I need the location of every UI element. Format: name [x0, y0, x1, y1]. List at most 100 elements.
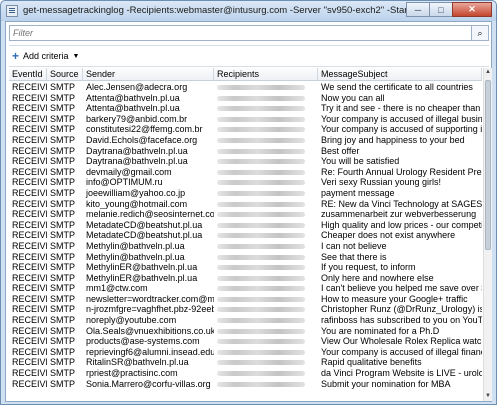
cell-sender: Daytrana@bathveln.pl.ua [86, 145, 188, 156]
cell-eventid: RECEIVE [12, 230, 47, 241]
table-row[interactable]: RECEIVESMTP Daytrana@bathveln.pl.ua You wi… [9, 156, 482, 167]
scroll-up-icon[interactable]: ▲ [484, 68, 492, 77]
cell-recipients [214, 368, 318, 379]
table-row[interactable]: RECEIVESMTP Methylin@bathveln.pl.ua See th… [9, 252, 482, 263]
cell-subject: RE: New da Vinci Technology at SAGES 201… [321, 198, 482, 209]
table-row[interactable]: RECEIVESMTP noreply@youtube.com rafinboss … [9, 315, 482, 326]
table-row[interactable]: RECEIVESMTP n-jrozmfgre=vaghfhet.pbz-92ee… [9, 304, 482, 315]
table-row[interactable]: RECEIVESMTP joeewilliam@yahoo.co.jp paymen… [9, 188, 482, 199]
table-row[interactable]: RECEIVESMTP products@ase-systems.com View … [9, 336, 482, 347]
cell-recipients [214, 188, 318, 199]
filter-input[interactable] [9, 25, 471, 41]
cell-source: SMTP [50, 198, 76, 209]
table-row[interactable]: RECEIVESMTP MetadateCD@beatshut.pl.ua High… [9, 220, 482, 231]
redacted-recipient [217, 254, 305, 260]
table-row[interactable]: RECEIVESMTP kito_young@hotmail.com RE: New… [9, 199, 482, 210]
cell-eventid: RECEIVE [12, 304, 47, 315]
results-grid: EventId Source Sender Recipients Message… [9, 68, 482, 403]
table-row[interactable]: RECEIVESMTP MethylinER@bathveln.pl.ua Only… [9, 273, 482, 284]
cell-source: SMTP [50, 124, 76, 135]
table-row[interactable]: RECEIVESMTP Alec.Jensen@adecra.org We send… [9, 82, 482, 93]
cell-source: SMTP [50, 272, 76, 283]
column-header-sender[interactable]: Sender [83, 68, 214, 81]
title-bar[interactable]: get-messagetrackinglog -Recipients:webma… [1, 1, 496, 21]
table-row[interactable]: RECEIVESMTP info@OPTIMUM.ru Veri sexy Russ… [9, 177, 482, 188]
cell-eventid: RECEIVE [12, 346, 47, 357]
cell-sender: Methylin@bathveln.pl.ua [86, 240, 185, 251]
cell-recipients [214, 124, 318, 135]
cell-sender: Ola.Seals@vnuexhibitions.co.uk [86, 325, 214, 336]
cell-sender: MetadateCD@beatshut.pl.ua [86, 219, 203, 230]
table-row[interactable]: RECEIVESMTP constitutesi22@ffemg.com.br Yo… [9, 124, 482, 135]
cell-source: SMTP [50, 251, 76, 262]
table-row[interactable]: RECEIVESMTP RitalinSR@bathveln.pl.ua Rapid… [9, 357, 482, 368]
search-icon[interactable]: ⌕ [471, 25, 489, 41]
cell-recipients [214, 199, 318, 210]
table-row[interactable]: RECEIVESMTP Methylin@bathveln.pl.ua I can … [9, 241, 482, 252]
cell-sender: Alec.Jensen@adecra.org [86, 82, 188, 92]
window-controls: ─ □ ✕ [406, 2, 492, 18]
table-row[interactable]: RECEIVESMTP MetadateCD@beatshut.pl.ua Chea… [9, 230, 482, 241]
cell-eventid: RECEIVE [12, 187, 47, 198]
column-header-source[interactable]: Source [47, 68, 83, 81]
cell-subject: Your company is accused of illegal finan… [321, 346, 482, 357]
cell-source: SMTP [50, 378, 76, 389]
cell-subject: I can not believe [321, 240, 387, 251]
cell-eventid: RECEIVE [12, 325, 47, 336]
cell-source: SMTP [50, 368, 76, 379]
cell-sender: constitutesi22@ffemg.com.br [86, 124, 203, 135]
add-criteria-button[interactable]: + Add criteria ▼ [12, 49, 79, 63]
cell-sender: MetadateCD@beatshut.pl.ua [86, 230, 203, 241]
minimize-button[interactable]: ─ [406, 2, 430, 17]
table-row[interactable]: RECEIVESMTP barkery79@anbid.com.br Your co… [9, 114, 482, 125]
cell-subject: If you request, to inform [321, 262, 416, 273]
cell-subject: rafinboss has subscribed to you on YouTu… [321, 315, 482, 326]
table-row[interactable]: RECEIVESMTP Attenta@bathveln.pl.ua Now you… [9, 93, 482, 104]
column-header-eventid[interactable]: EventId [9, 68, 47, 81]
cell-recipients [214, 273, 318, 284]
table-row[interactable]: RECEIVESMTP rpriest@practisinc.com da Vinc… [9, 368, 482, 379]
maximize-button[interactable]: □ [429, 2, 453, 17]
redacted-recipient [217, 371, 305, 377]
redacted-recipient [217, 243, 305, 249]
cell-subject: payment message [321, 187, 395, 198]
divider [9, 45, 489, 46]
cell-eventid: RECEIVE [12, 293, 47, 304]
scroll-down-icon[interactable]: ▼ [484, 392, 492, 401]
redacted-recipient [217, 201, 305, 207]
cell-recipients [214, 156, 318, 167]
cell-recipients [214, 336, 318, 347]
cell-source: SMTP [50, 240, 76, 251]
cell-eventid: RECEIVE [12, 209, 47, 220]
table-row[interactable]: RECEIVESMTP Daytrana@bathveln.pl.ua Best o… [9, 146, 482, 157]
cell-sender: newsletter=wordtracker.com@mail... [86, 293, 214, 304]
vertical-scrollbar[interactable]: ▲ ▼ [483, 68, 492, 401]
table-row[interactable]: RECEIVESMTP MethylinER@bathveln.pl.ua If y… [9, 262, 482, 273]
filter-bar: ⌕ [9, 25, 489, 41]
table-row[interactable]: RECEIVESMTP mm1@ctw.com I can't believe yo… [9, 283, 482, 294]
cell-subject: High quality and low prices - our compet… [321, 219, 482, 230]
cell-source: SMTP [50, 230, 76, 241]
cell-source: SMTP [50, 156, 76, 167]
cell-subject: zusammenarbeit zur webverbesserung [321, 209, 477, 220]
cell-source: SMTP [50, 92, 76, 103]
table-row[interactable]: RECEIVESMTP Attenta@bathveln.pl.ua Try it … [9, 103, 482, 114]
cell-subject: See that there is [321, 251, 387, 262]
column-header-messagesubject[interactable]: MessageSubject [318, 68, 482, 81]
scroll-thumb[interactable] [485, 80, 491, 250]
table-row[interactable]: RECEIVESMTP reprievingf6@alumni.insead.ed… [9, 347, 482, 358]
cell-sender: Methylin@bathveln.pl.ua [86, 251, 185, 262]
redacted-recipient [217, 381, 305, 387]
table-row[interactable]: RECEIVESMTP devmaily@gmail.com Re: Fourth … [9, 167, 482, 178]
cell-eventid: RECEIVE [12, 336, 47, 347]
table-row[interactable]: RECEIVESMTP Ola.Seals@vnuexhibitions.co.u… [9, 326, 482, 337]
cell-sender: devmaily@gmail.com [86, 166, 172, 177]
column-header-recipients[interactable]: Recipients [214, 68, 318, 81]
table-row[interactable]: RECEIVESMTP newsletter=wordtracker.com@ma… [9, 294, 482, 305]
close-button[interactable]: ✕ [452, 2, 492, 17]
cell-recipients [214, 294, 318, 305]
table-row[interactable]: RECEIVESMTP Sonia.Marrero@corfu-villas.or… [9, 379, 482, 390]
table-row[interactable]: RECEIVESMTP melanie.redich@seosinternet.c… [9, 209, 482, 220]
cell-source: SMTP [50, 283, 76, 294]
table-row[interactable]: RECEIVESMTP David.Echols@faceface.org Brin… [9, 135, 482, 146]
